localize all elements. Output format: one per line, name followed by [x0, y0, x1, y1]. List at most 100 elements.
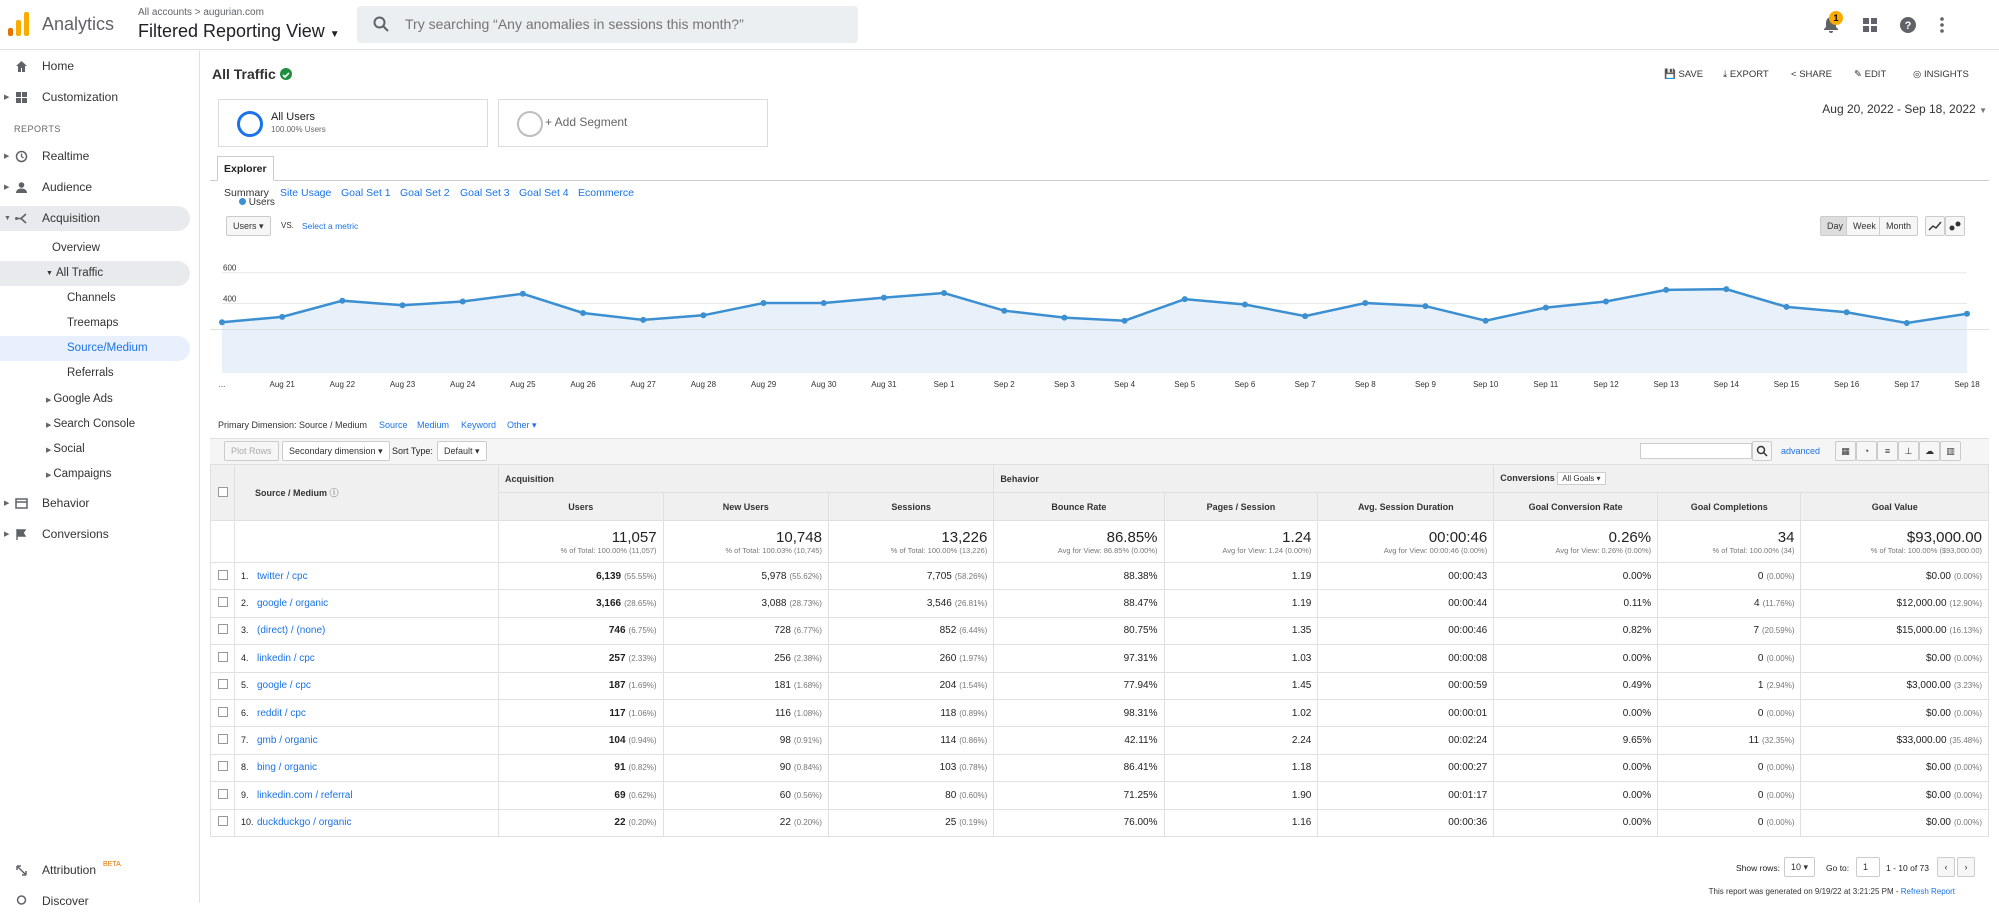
source-medium-link[interactable]: duckduckgo / organic [257, 817, 352, 828]
sidebar-item-conversions[interactable]: ▶ Conversions [0, 522, 190, 547]
source-medium-link[interactable]: twitter / cpc [257, 571, 308, 582]
sidebar-item-home[interactable]: Home [0, 54, 190, 79]
subtab-goal-set-3[interactable]: Goal Set 3 [460, 187, 510, 199]
data-point[interactable] [1241, 301, 1248, 308]
sidebar-item-customization[interactable]: ▶ Customization [0, 85, 190, 110]
show-rows-select[interactable]: 10 ▾ [1784, 857, 1816, 877]
term-cloud-view-icon[interactable]: ☁ [1919, 441, 1940, 461]
row-checkbox[interactable] [217, 597, 228, 608]
row-checkbox[interactable] [217, 788, 228, 799]
account-breadcrumb[interactable]: All accounts > augurian.com [138, 7, 264, 18]
dimension-medium-link[interactable]: Medium [417, 420, 449, 430]
date-range-picker[interactable]: Aug 20, 2022 - Sep 18, 2022 ▼ [1822, 102, 1987, 116]
column-header[interactable]: Bounce Rate [993, 492, 1165, 521]
select-all-checkbox[interactable] [217, 486, 228, 497]
insights-button[interactable]: ◎ INSIGHTS [1913, 69, 1969, 80]
dimension-current[interactable]: Source / Medium [299, 420, 367, 430]
data-point[interactable] [820, 300, 827, 306]
data-point[interactable] [1001, 307, 1008, 314]
sidebar-item-acquisition[interactable]: ▼ Acquisition [0, 206, 190, 231]
period-week-button[interactable]: Week [1846, 216, 1883, 236]
sidebar-item-discover[interactable]: Discover [0, 889, 190, 914]
analytics-logo-icon[interactable] [8, 10, 30, 36]
dimension-keyword-link[interactable]: Keyword [461, 420, 496, 430]
help-icon[interactable]: ? [1898, 15, 1918, 35]
dim-header[interactable]: Source / Medium ⓘ [234, 464, 499, 521]
subtab-goal-set-4[interactable]: Goal Set 4 [519, 187, 569, 199]
sidebar-item-channels[interactable]: Channels [67, 286, 116, 311]
prev-page-icon[interactable]: ‹ [1937, 857, 1955, 877]
data-point[interactable] [580, 310, 587, 316]
edit-button[interactable]: ✎ EDIT [1854, 69, 1886, 80]
performance-view-icon[interactable]: ≡ [1877, 441, 1898, 461]
sidebar-item-google-ads[interactable]: ▶ Google Ads [46, 387, 113, 412]
source-medium-link[interactable]: reddit / cpc [257, 708, 306, 719]
column-header[interactable]: Avg. Session Duration [1317, 492, 1495, 521]
sidebar-item-treemaps[interactable]: Treemaps [67, 311, 118, 336]
row-checkbox[interactable] [217, 734, 228, 745]
source-medium-link[interactable]: google / organic [257, 598, 328, 609]
metric-select[interactable]: Users ▾ [226, 216, 271, 236]
data-point[interactable] [339, 297, 346, 304]
row-checkbox[interactable] [217, 816, 228, 827]
period-month-button[interactable]: Month [1879, 216, 1919, 236]
data-point[interactable] [1362, 300, 1369, 306]
data-point[interactable] [1843, 309, 1850, 316]
row-checkbox[interactable] [217, 651, 228, 662]
subtab-ecommerce[interactable]: Ecommerce [578, 187, 634, 199]
row-checkbox[interactable] [217, 706, 228, 717]
tab-explorer[interactable]: Explorer [217, 156, 274, 181]
sort-type-select[interactable]: Default ▾ [437, 441, 487, 461]
data-point[interactable] [1121, 317, 1128, 324]
data-point[interactable] [1663, 286, 1670, 293]
data-point[interactable] [1602, 298, 1609, 305]
column-header[interactable]: New Users [662, 492, 829, 521]
data-view-icon[interactable]: ▦ [1835, 441, 1856, 461]
apps-grid-icon[interactable] [1860, 15, 1880, 35]
view-selector[interactable]: Filtered Reporting View ▼ [138, 21, 340, 42]
data-point[interactable] [519, 290, 526, 297]
select-metric-link[interactable]: Select a metric [302, 221, 358, 231]
sidebar-item-attribution[interactable]: Attribution BETA [0, 858, 190, 883]
row-checkbox[interactable] [217, 761, 228, 772]
source-medium-link[interactable]: linkedin.com / referral [257, 790, 353, 801]
data-point[interactable] [880, 294, 887, 301]
source-medium-link[interactable]: google / cpc [257, 680, 311, 691]
subtab-goal-set-1[interactable]: Goal Set 1 [341, 187, 391, 199]
data-point[interactable] [399, 302, 406, 309]
source-medium-link[interactable]: (direct) / (none) [257, 625, 325, 636]
data-point[interactable] [1302, 313, 1309, 320]
table-search-icon[interactable] [1752, 441, 1772, 461]
data-point[interactable] [1903, 320, 1910, 326]
data-point[interactable] [279, 313, 286, 320]
export-button[interactable]: ⤓ EXPORT [1723, 69, 1769, 80]
row-checkbox[interactable] [217, 679, 228, 690]
sidebar-item-referrals[interactable]: Referrals [67, 361, 114, 386]
data-point[interactable] [1061, 314, 1068, 321]
comparison-view-icon[interactable]: ⊥ [1898, 441, 1919, 461]
column-header[interactable]: Goal Conversion Rate [1493, 492, 1659, 521]
data-point[interactable] [700, 312, 707, 319]
pie-view-icon[interactable]: ◔ [1856, 441, 1877, 461]
data-point[interactable] [1783, 303, 1790, 310]
source-medium-link[interactable]: bing / organic [257, 762, 317, 773]
source-medium-link[interactable]: linkedin / cpc [257, 653, 315, 664]
sidebar-item-behavior[interactable]: ▶ Behavior [0, 491, 190, 516]
line-chart-toggle-icon[interactable] [1925, 216, 1945, 236]
data-point[interactable] [1542, 304, 1549, 311]
goal-select[interactable]: All Goals ▾ [1557, 472, 1606, 485]
column-header[interactable]: Sessions [827, 492, 995, 521]
column-header[interactable]: Goal Completions [1657, 492, 1802, 521]
plot-rows-button[interactable]: Plot Rows [224, 441, 279, 461]
data-point[interactable] [219, 319, 225, 326]
sidebar-item-search-console[interactable]: ▶ Search Console [46, 412, 135, 437]
data-point[interactable] [1964, 310, 1970, 317]
source-medium-link[interactable]: gmb / organic [257, 735, 318, 746]
sidebar-item-source-medium[interactable]: Source/Medium [0, 336, 190, 361]
motion-chart-toggle-icon[interactable] [1945, 216, 1965, 236]
sidebar-item-social[interactable]: ▶ Social [46, 437, 85, 462]
data-point[interactable] [459, 298, 466, 305]
sidebar-item-all-traffic[interactable]: ▼ All Traffic [0, 261, 190, 286]
dimension-source-link[interactable]: Source [379, 420, 408, 430]
advanced-filter-link[interactable]: advanced [1781, 446, 1820, 456]
